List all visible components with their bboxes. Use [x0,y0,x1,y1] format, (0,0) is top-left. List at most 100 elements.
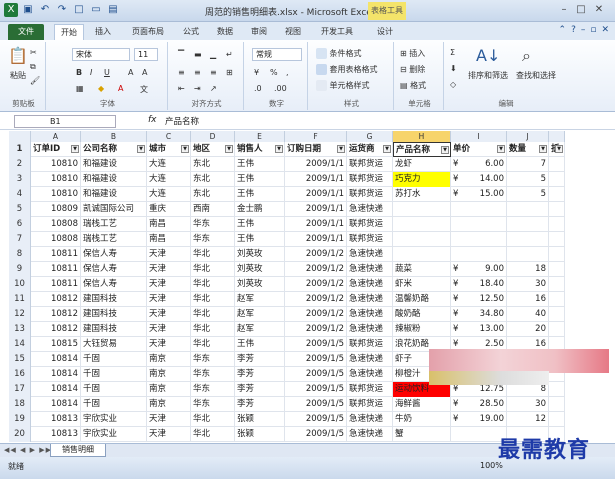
orientation-icon[interactable]: ↗ [210,84,217,93]
column-header[interactable]: J [507,131,549,142]
cell-city[interactable]: 南昌 [147,232,191,247]
cell-product[interactable]: 温馨奶酪 [393,292,451,307]
align-middle-icon[interactable]: ▬ [194,50,202,59]
phonetic-icon[interactable]: 文 [140,84,148,95]
cell-company[interactable]: 千固 [81,397,147,412]
filter-dropdown-icon[interactable]: ▼ [555,145,563,153]
cell-shipper[interactable]: 联邦货运 [347,337,393,352]
find-select-icon[interactable]: ⌕ [522,46,531,66]
cell-salesperson[interactable]: 李芳 [235,397,285,412]
decrease-decimal-icon[interactable]: .00 [274,84,287,93]
align-left-icon[interactable]: ≡ [178,68,185,77]
cell-shipper[interactable]: 联邦货运 [347,382,393,397]
row-header[interactable]: 16 [9,367,31,382]
sort-filter-label[interactable]: 排序和筛选 [468,70,508,81]
cell-order-id[interactable]: 10808 [31,217,81,232]
cell-city[interactable]: 天津 [147,412,191,427]
filter-dropdown-icon[interactable]: ▼ [137,145,145,153]
cell-city[interactable]: 天津 [147,277,191,292]
filter-dropdown-icon[interactable]: ▼ [225,145,233,153]
cell-order-id[interactable]: 10814 [31,397,81,412]
cell-product[interactable]: 蔬菜 [393,262,451,277]
cell-discount[interactable] [549,307,565,322]
collapse-ribbon-icon[interactable]: ⌃ [559,25,567,35]
cell-product[interactable]: 巧克力 [393,172,451,187]
conditional-format-button[interactable]: 条件格式 [316,48,362,59]
column-header[interactable]: F [285,131,347,142]
paste-icon[interactable]: 📋 [8,46,28,65]
cell-region[interactable]: 华北 [191,247,235,262]
filter-dropdown-icon[interactable]: ▼ [539,145,547,153]
cell-salesperson[interactable]: 赵军 [235,292,285,307]
cell-salesperson[interactable]: 李芳 [235,352,285,367]
cell-city[interactable]: 南昌 [147,217,191,232]
cell-quantity[interactable] [507,202,549,217]
cell-salesperson[interactable]: 李芳 [235,382,285,397]
cell-city[interactable]: 大连 [147,157,191,172]
format-cells-button[interactable]: ▤ 格式 [400,80,426,91]
comma-icon[interactable]: , [286,68,289,77]
cell-order-id[interactable]: 10814 [31,367,81,382]
cell-city[interactable]: 天津 [147,292,191,307]
cell-order-date[interactable]: 2009/1/1 [285,232,347,247]
cell-salesperson[interactable]: 王伟 [235,232,285,247]
cell-discount[interactable] [549,202,565,217]
row-header[interactable]: 19 [9,412,31,427]
help-icon[interactable]: ? [571,25,576,35]
cell-salesperson[interactable]: 王伟 [235,187,285,202]
redo-icon[interactable]: ↷ [55,3,69,17]
row-header[interactable]: 5 [9,202,31,217]
cell-salesperson[interactable]: 张颖 [235,427,285,442]
column-header[interactable]: A [31,131,81,142]
cell-discount[interactable] [549,217,565,232]
cell-order-id[interactable]: 10808 [31,232,81,247]
cell-discount[interactable] [549,187,565,202]
delete-cells-button[interactable]: ⊟ 删除 [400,64,425,75]
workbook-close-icon[interactable]: ✕ [601,25,609,35]
cell-unit-price[interactable] [451,232,507,247]
cell-shipper[interactable]: 联邦货运 [347,172,393,187]
cell-region[interactable]: 华北 [191,277,235,292]
decrease-indent-icon[interactable]: ⇤ [178,84,185,93]
tab-home[interactable]: 开始 [54,24,84,40]
tab-page-layout[interactable]: 页面布局 [125,24,171,40]
column-title[interactable]: 数量 ▼ [507,142,549,157]
cell-discount[interactable] [549,157,565,172]
cell-discount[interactable] [549,172,565,187]
cell-order-date[interactable]: 2009/1/2 [285,322,347,337]
cell-salesperson[interactable]: 王伟 [235,337,285,352]
filter-dropdown-icon[interactable]: ▼ [383,145,391,153]
cell-region[interactable]: 华北 [191,307,235,322]
tab-review[interactable]: 审阅 [246,24,272,40]
cell-shipper[interactable]: 急速快递 [347,202,393,217]
cell-quantity[interactable]: 7 [507,157,549,172]
cell-order-date[interactable]: 2009/1/1 [285,187,347,202]
cell-salesperson[interactable]: 李芳 [235,367,285,382]
cell-region[interactable]: 华东 [191,352,235,367]
number-format-select[interactable]: 常规 [252,48,302,61]
row-header[interactable]: 13 [9,322,31,337]
cell-company[interactable]: 瑞栈工艺 [81,232,147,247]
column-header[interactable]: E [235,131,285,142]
cell-order-date[interactable]: 2009/1/1 [285,217,347,232]
sheet-tab[interactable]: 销售明细 [50,444,106,457]
cell-unit-price[interactable] [451,247,507,262]
cell-shipper[interactable]: 急速快递 [347,292,393,307]
insert-cells-button[interactable]: ⊞ 插入 [400,48,425,59]
cell-order-id[interactable]: 10811 [31,277,81,292]
tab-insert[interactable]: 插入 [90,24,116,40]
cell-shipper[interactable]: 急速快递 [347,322,393,337]
cell-order-id[interactable]: 10814 [31,352,81,367]
cell-unit-price[interactable]: ¥18.40 [451,277,507,292]
row-header[interactable]: 10 [9,277,31,292]
cell-shipper[interactable]: 急速快递 [347,427,393,442]
maximize-icon[interactable]: □ [574,3,588,17]
cell-order-date[interactable]: 2009/1/2 [285,292,347,307]
cell-region[interactable]: 东北 [191,157,235,172]
column-header[interactable]: I [451,131,507,142]
save-icon[interactable]: ▣ [21,3,35,17]
cell-discount[interactable] [549,277,565,292]
cell-order-date[interactable]: 2009/1/2 [285,277,347,292]
cell-shipper[interactable]: 急速快递 [347,367,393,382]
font-size-select[interactable]: 11 [134,48,158,61]
